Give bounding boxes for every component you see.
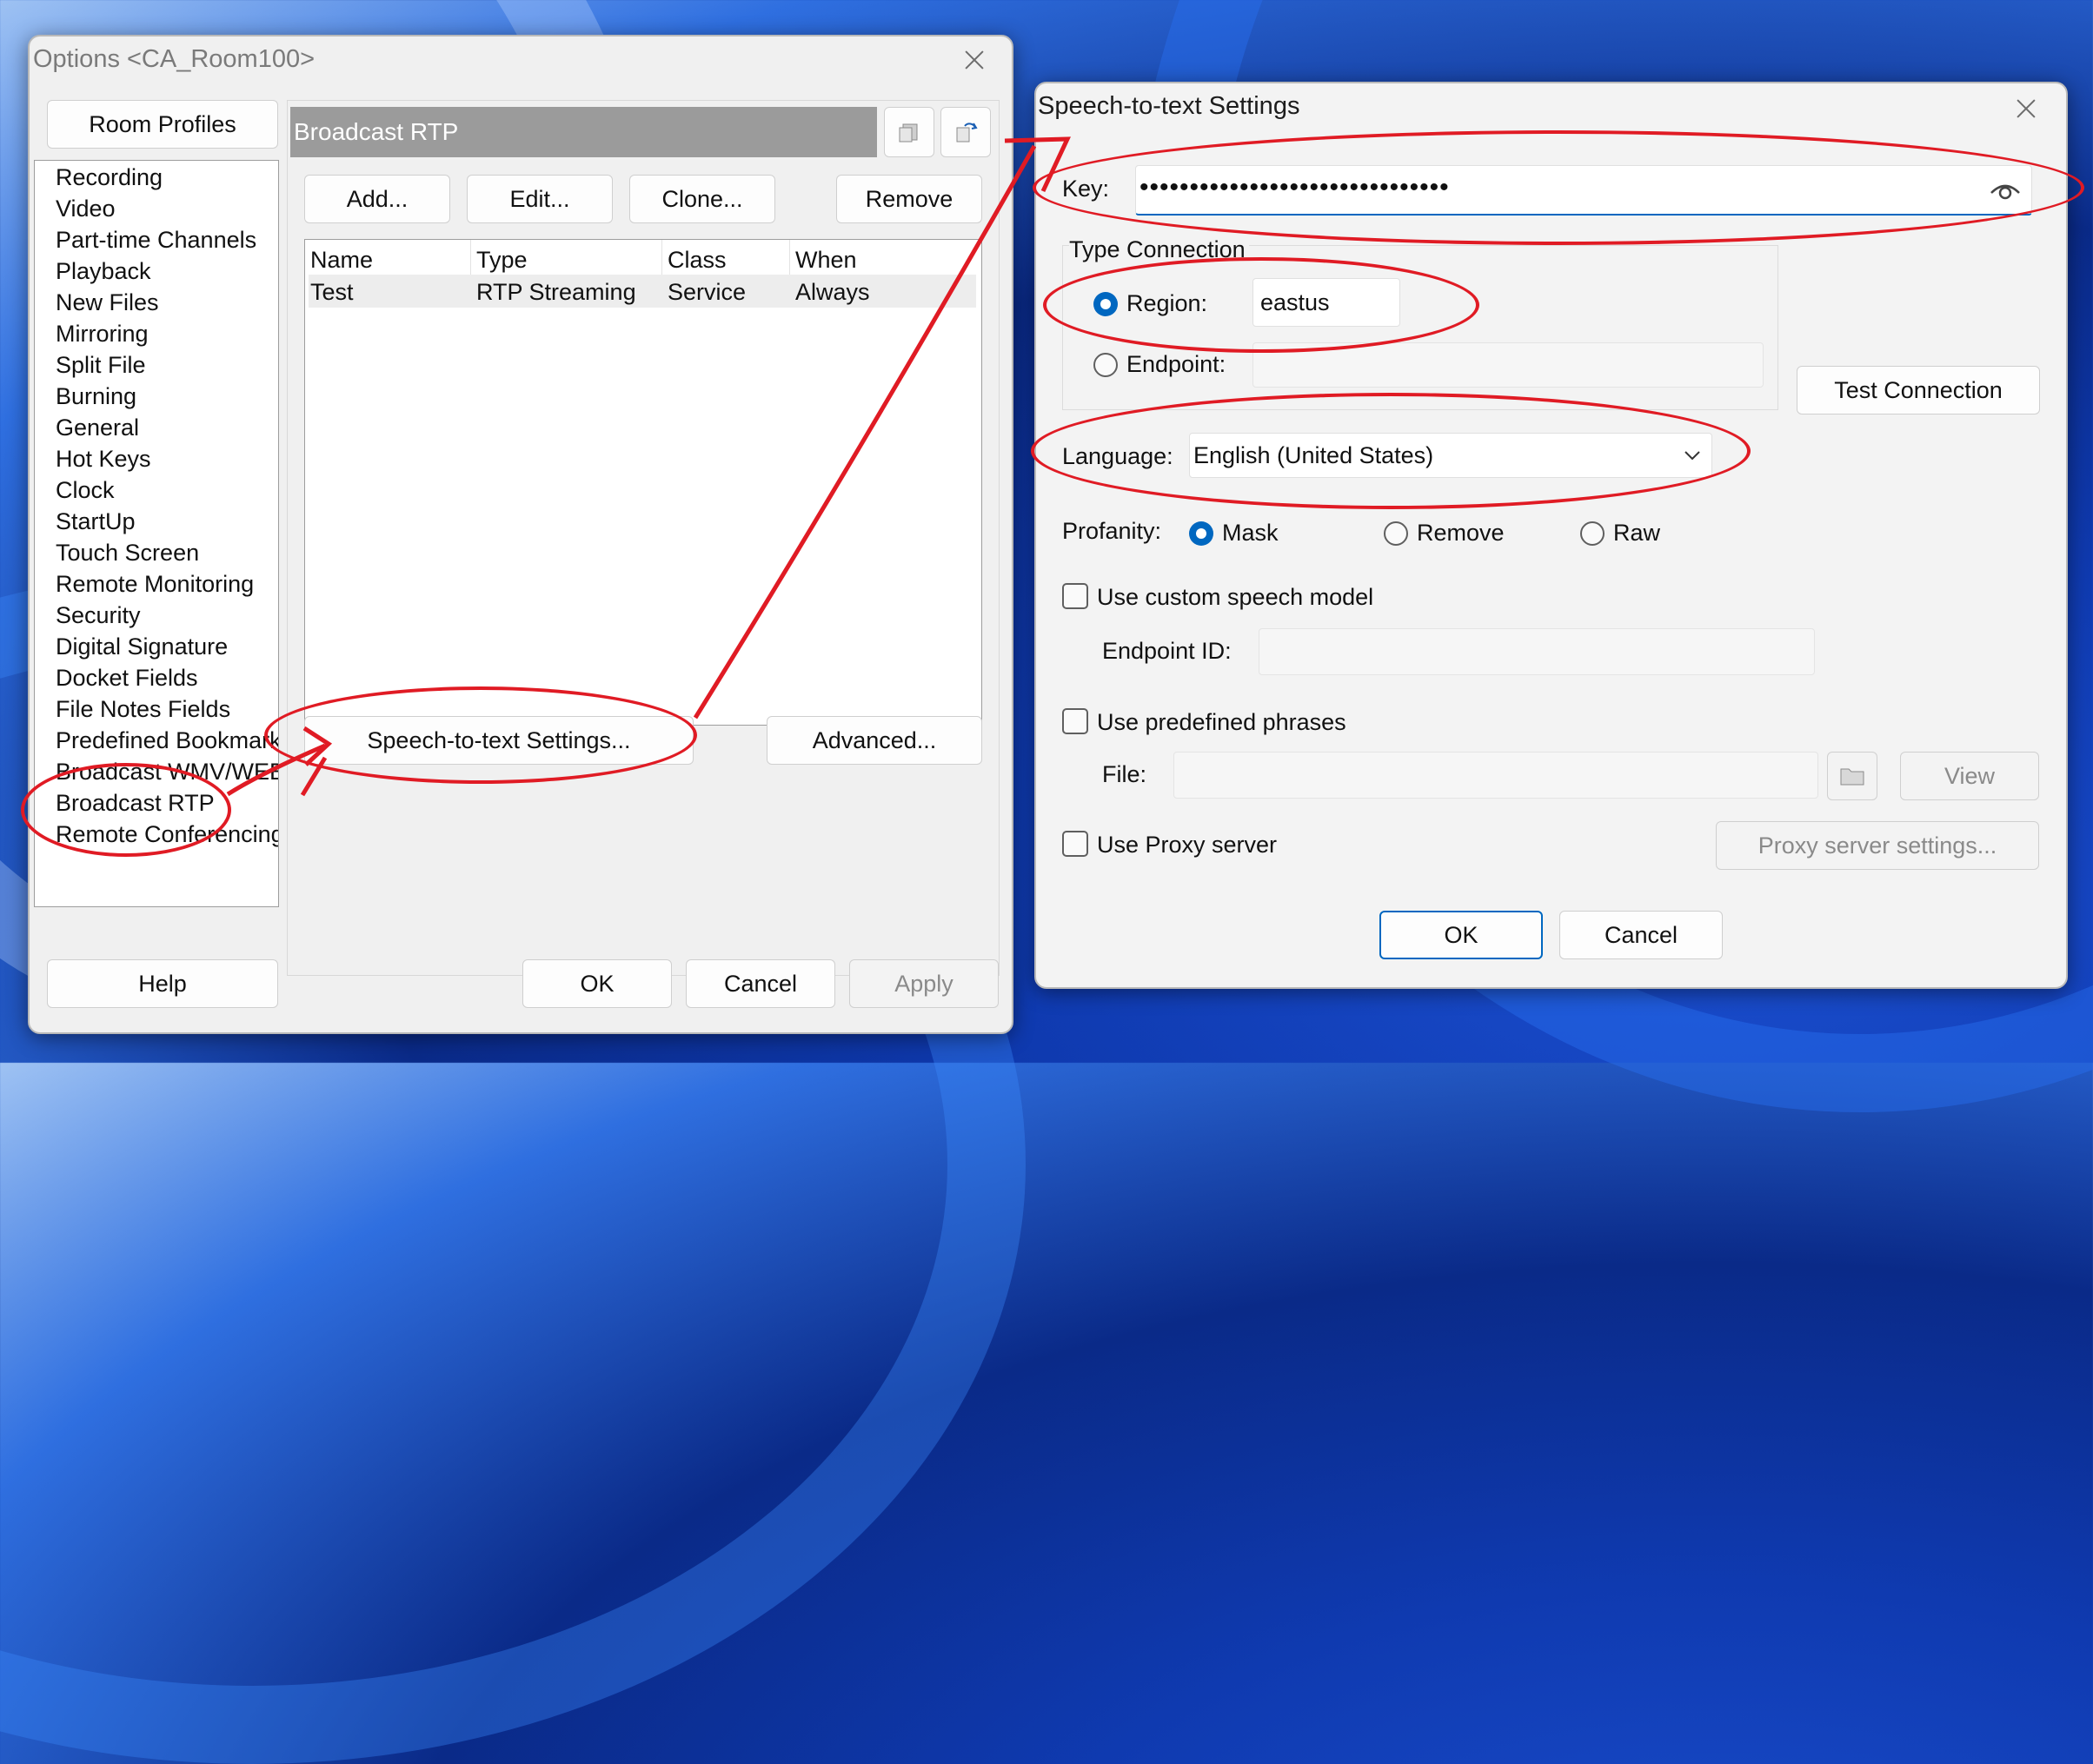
annotation-arrows [226,136,1071,797]
